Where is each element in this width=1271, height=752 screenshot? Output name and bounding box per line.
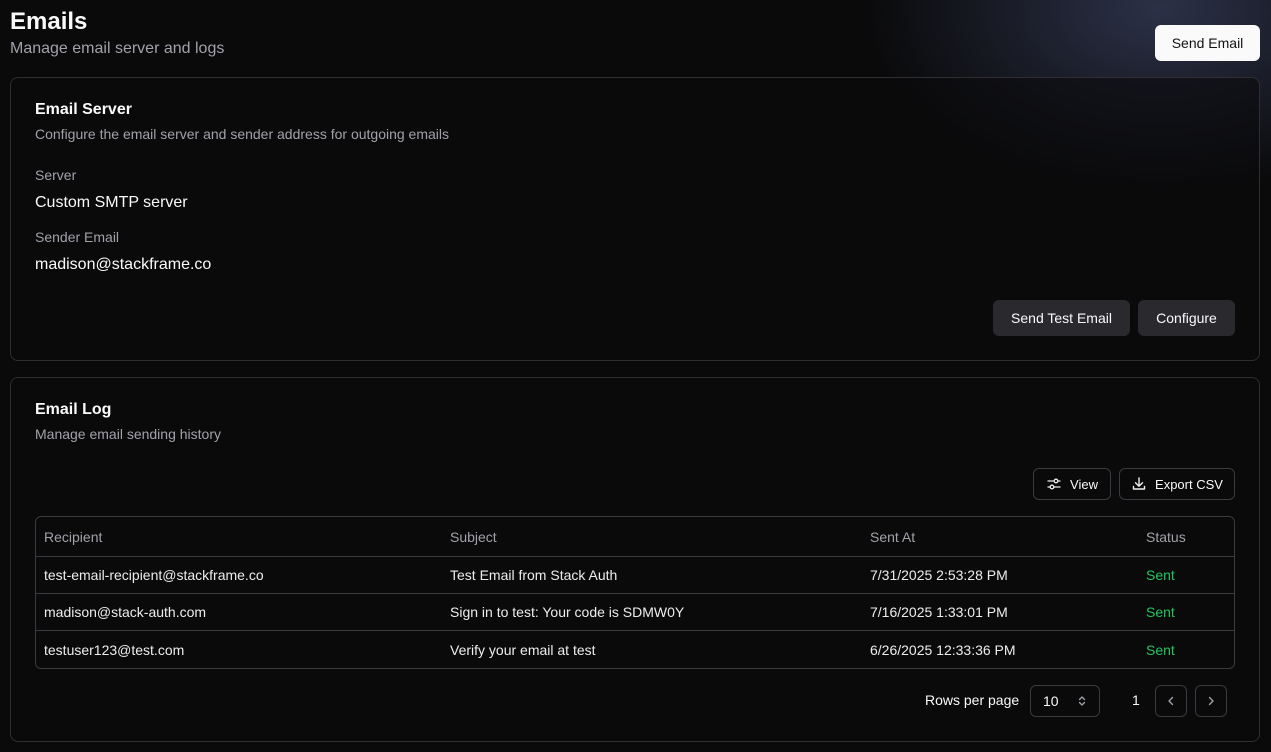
column-header-sent-at[interactable]: Sent At	[870, 517, 915, 556]
rows-per-page-value: 10	[1043, 693, 1059, 709]
configure-button[interactable]: Configure	[1138, 300, 1235, 336]
sliders-icon	[1047, 478, 1061, 490]
current-page-number: 1	[1132, 692, 1140, 708]
rows-per-page-label: Rows per page	[925, 692, 1020, 708]
send-email-button[interactable]: Send Email	[1155, 25, 1260, 61]
chevron-left-icon	[1168, 696, 1174, 706]
export-csv-label: Export CSV	[1155, 476, 1223, 492]
previous-page-button[interactable]	[1155, 685, 1187, 717]
send-test-email-button[interactable]: Send Test Email	[993, 300, 1130, 336]
status-badge: Sent	[1146, 604, 1175, 620]
page-subtitle: Manage email server and logs	[10, 40, 225, 57]
rows-per-page-select[interactable]: 10	[1030, 685, 1100, 717]
sent-at-cell: 7/16/2025 1:33:01 PM	[870, 604, 1008, 620]
table-row[interactable]: madison@stack-auth.com Sign in to test: …	[36, 594, 1234, 631]
sender-email-value: madison@stackframe.co	[35, 256, 212, 273]
email-log-table: Recipient Subject Sent At Status test-em…	[35, 516, 1235, 669]
email-server-card: Email Server Configure the email server …	[10, 77, 1260, 361]
sender-email-label: Sender Email	[35, 229, 120, 245]
email-server-description: Configure the email server and sender ad…	[35, 126, 450, 142]
recipient-cell: test-email-recipient@stackframe.co	[44, 567, 264, 583]
subject-cell: Verify your email at test	[450, 641, 596, 658]
table-row[interactable]: testuser123@test.com Verify your email a…	[36, 631, 1234, 668]
chevron-right-icon	[1208, 696, 1214, 706]
recipient-cell: testuser123@test.com	[44, 641, 185, 658]
page-title: Emails	[10, 8, 88, 35]
recipient-cell: madison@stack-auth.com	[44, 604, 207, 620]
email-log-title: Email Log	[35, 401, 112, 418]
export-csv-button[interactable]: Export CSV	[1119, 468, 1235, 500]
download-icon	[1132, 477, 1146, 490]
column-header-status[interactable]: Status	[1146, 517, 1186, 556]
subject-cell: Sign in to test: Your code is SDMW0Y	[450, 604, 685, 620]
next-page-button[interactable]	[1195, 685, 1227, 717]
email-server-title: Email Server	[35, 101, 132, 118]
server-label: Server	[35, 167, 77, 183]
view-button-label: View	[1070, 476, 1098, 492]
column-header-recipient[interactable]: Recipient	[44, 517, 102, 556]
sent-at-cell: 7/31/2025 2:53:28 PM	[870, 567, 1008, 583]
email-log-description: Manage email sending history	[35, 426, 221, 442]
view-button[interactable]: View	[1033, 468, 1111, 500]
table-header-row: Recipient Subject Sent At Status	[36, 517, 1234, 557]
column-header-subject[interactable]: Subject	[450, 517, 497, 556]
subject-cell: Test Email from Stack Auth	[450, 567, 618, 583]
chevrons-up-down-icon	[1078, 696, 1086, 706]
status-badge: Sent	[1146, 567, 1175, 583]
server-value: Custom SMTP server	[35, 194, 188, 211]
sent-at-cell: 6/26/2025 12:33:36 PM	[870, 641, 1016, 658]
email-log-card: Email Log Manage email sending history V…	[10, 377, 1260, 742]
table-row[interactable]: test-email-recipient@stackframe.co Test …	[36, 557, 1234, 594]
status-badge: Sent	[1146, 641, 1175, 658]
